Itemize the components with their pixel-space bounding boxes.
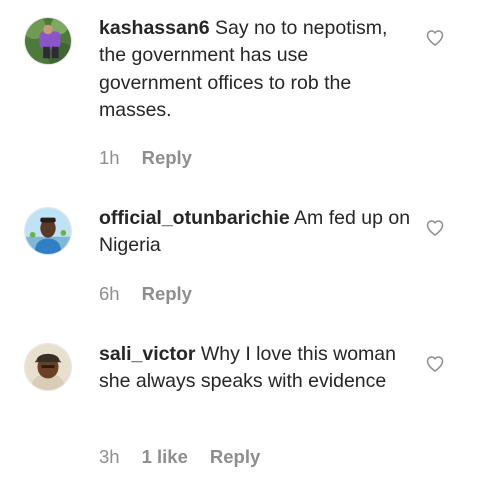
comment-meta: 6h Reply [99, 282, 192, 306]
reply-button[interactable]: Reply [142, 283, 192, 305]
reply-button[interactable]: Reply [142, 147, 192, 169]
avatar[interactable] [24, 207, 72, 255]
avatar[interactable] [24, 17, 72, 65]
user-avatar-man-blue-sky-icon [25, 208, 71, 254]
comment-username[interactable]: sali_victor [99, 343, 195, 365]
like-count-button[interactable]: 1 like [142, 446, 188, 468]
avatar[interactable] [24, 343, 72, 391]
comment-text: sali_victor Why I love this woman she al… [99, 341, 411, 396]
comment-meta: 1h Reply [99, 146, 192, 170]
comment-time: 3h [99, 446, 120, 468]
comment-text: kashassan6 Say no to nepotism, the gover… [99, 15, 411, 124]
like-heart-icon[interactable] [425, 354, 445, 374]
comment-meta: 3h 1 like Reply [99, 445, 260, 469]
user-avatar-purple-figure-icon [25, 18, 71, 64]
like-heart-icon[interactable] [425, 218, 445, 238]
comment-username[interactable]: official_otunbarichie [99, 207, 290, 229]
reply-button[interactable]: Reply [210, 446, 260, 468]
comment-time: 1h [99, 147, 120, 169]
comment-text: official_otunbarichie Am fed up on Niger… [99, 205, 411, 260]
comment-username[interactable]: kashassan6 [99, 17, 210, 39]
like-heart-icon[interactable] [425, 28, 445, 48]
user-avatar-man-cap-icon [25, 344, 71, 390]
comment-time: 6h [99, 283, 120, 305]
